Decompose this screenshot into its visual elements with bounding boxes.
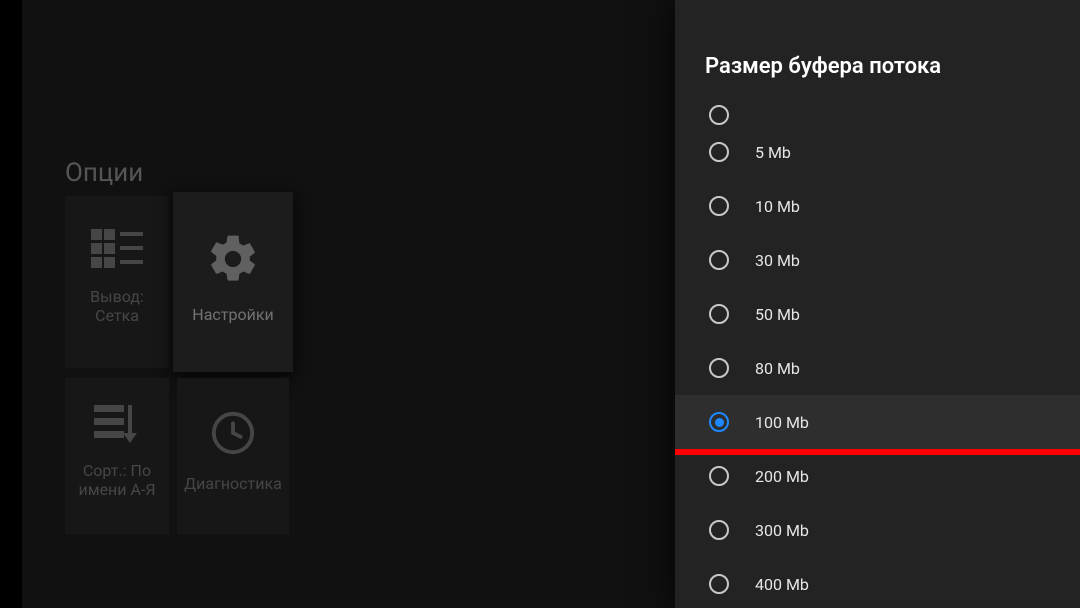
radio-icon <box>709 105 729 125</box>
buffer-size-panel: Размер буфера потока 5 Mb 10 Mb 30 Mb 50… <box>675 0 1080 608</box>
buffer-option-partial[interactable] <box>675 105 1080 125</box>
buffer-option-5mb[interactable]: 5 Mb <box>675 125 1080 179</box>
buffer-option-50mb[interactable]: 50 Mb <box>675 287 1080 341</box>
buffer-option-10mb[interactable]: 10 Mb <box>675 179 1080 233</box>
buffer-options-list: 5 Mb 10 Mb 30 Mb 50 Mb 80 Mb 100 Mb <box>675 105 1080 608</box>
radio-icon <box>709 250 729 270</box>
buffer-option-label: 5 Mb <box>755 143 791 162</box>
buffer-option-200mb[interactable]: 200 Mb <box>675 449 1080 503</box>
buffer-option-label: 10 Mb <box>755 197 800 216</box>
panel-title: Размер буфера потока <box>675 0 1080 105</box>
buffer-option-label: 30 Mb <box>755 251 800 270</box>
radio-checked-icon <box>709 412 729 432</box>
app-root: Опции Вывод: Сетка <box>0 0 1080 608</box>
radio-icon <box>709 304 729 324</box>
buffer-option-300mb[interactable]: 300 Mb <box>675 503 1080 557</box>
highlight-underline <box>675 449 1080 455</box>
buffer-option-400mb[interactable]: 400 Mb <box>675 557 1080 608</box>
radio-icon <box>709 142 729 162</box>
buffer-option-label: 50 Mb <box>755 305 800 324</box>
buffer-option-label: 400 Mb <box>755 575 809 594</box>
radio-icon <box>709 466 729 486</box>
buffer-option-label: 300 Mb <box>755 521 809 540</box>
buffer-option-label: 80 Mb <box>755 359 800 378</box>
radio-icon <box>709 574 729 594</box>
radio-icon <box>709 520 729 540</box>
buffer-option-label: 100 Mb <box>755 413 809 432</box>
buffer-option-100mb[interactable]: 100 Mb <box>675 395 1080 449</box>
buffer-option-label: 200 Mb <box>755 467 809 486</box>
buffer-option-80mb[interactable]: 80 Mb <box>675 341 1080 395</box>
radio-icon <box>709 358 729 378</box>
buffer-option-30mb[interactable]: 30 Mb <box>675 233 1080 287</box>
radio-icon <box>709 196 729 216</box>
